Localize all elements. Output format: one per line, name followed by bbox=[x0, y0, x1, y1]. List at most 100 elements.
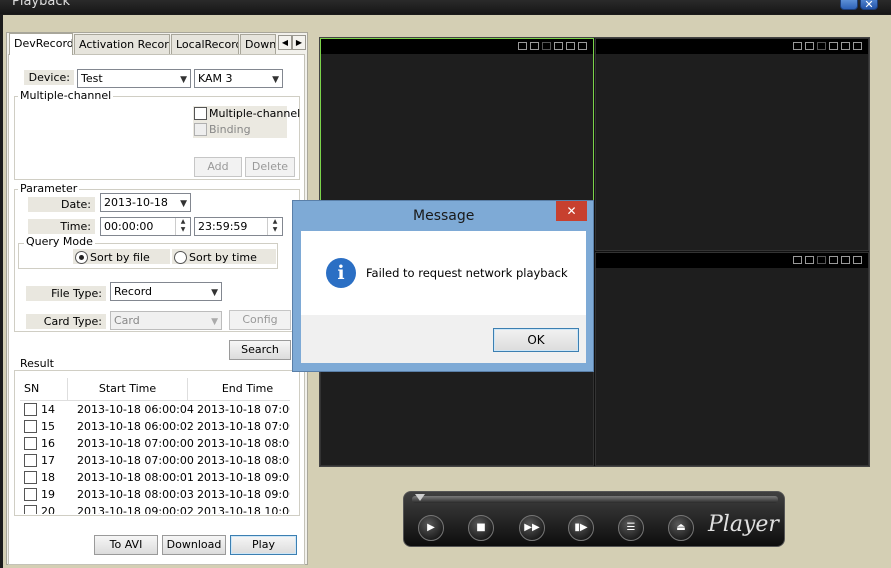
audio-icon[interactable] bbox=[841, 256, 850, 264]
tab-scroll-right-button[interactable]: ▶ bbox=[292, 35, 306, 50]
file-type-label: File Type: bbox=[26, 286, 106, 301]
video-cell-4[interactable] bbox=[595, 252, 869, 466]
row-sn: 17 bbox=[41, 454, 55, 467]
row-sn: 18 bbox=[41, 471, 55, 484]
multichannel-checkbox[interactable] bbox=[194, 107, 207, 120]
dialog-title: Message bbox=[413, 208, 475, 224]
date-picker[interactable]: 2013-10-18 ▼ bbox=[100, 193, 191, 212]
list-button[interactable]: ☰ bbox=[618, 515, 644, 541]
config-button[interactable]: Config bbox=[229, 310, 291, 330]
row-checkbox[interactable] bbox=[24, 454, 37, 467]
end-time-input[interactable]: 23:59:59 ▲ ▼ bbox=[194, 217, 283, 236]
snapshot-icon[interactable] bbox=[793, 256, 802, 264]
split-view-icon[interactable] bbox=[530, 42, 539, 50]
snapshot-icon[interactable] bbox=[518, 42, 527, 50]
row-sn: 14 bbox=[41, 403, 55, 416]
device-select[interactable]: Test ▼ bbox=[77, 69, 191, 88]
tab-download[interactable]: Downl bbox=[240, 34, 276, 54]
spinner-arrows-icon[interactable]: ▲ ▼ bbox=[175, 218, 190, 235]
fast-forward-button[interactable]: ▶▶ bbox=[519, 515, 545, 541]
play-button[interactable]: Play bbox=[230, 535, 297, 555]
video-cell-toolbar bbox=[321, 39, 593, 54]
sort-by-time-radio[interactable] bbox=[174, 251, 187, 264]
column-header-start-time[interactable]: Start Time bbox=[68, 378, 188, 401]
play-control-button[interactable]: ▶ bbox=[418, 515, 444, 541]
playback-progress-bar[interactable] bbox=[412, 496, 778, 503]
close-icon[interactable] bbox=[853, 42, 862, 50]
progress-thumb-icon[interactable] bbox=[415, 494, 425, 501]
window-close-button[interactable]: ✕ bbox=[860, 0, 878, 11]
tab-activation-record[interactable]: Activation Record bbox=[74, 34, 170, 54]
tab-devrecord[interactable]: DevRecord bbox=[9, 33, 73, 55]
list-icon: ☰ bbox=[626, 522, 636, 533]
download-button[interactable]: Download bbox=[162, 535, 226, 555]
row-checkbox[interactable] bbox=[24, 488, 37, 501]
row-start-time: 2013-10-18 09:00:02 bbox=[77, 505, 194, 514]
fast-forward-icon: ▶▶ bbox=[524, 522, 540, 533]
spinner-arrows-icon[interactable]: ▲ ▼ bbox=[267, 218, 282, 235]
row-end-time: 2013-10-18 07:00 bbox=[197, 420, 290, 433]
step-frame-button[interactable]: ▮▶ bbox=[568, 515, 594, 541]
column-header-sn[interactable]: SN bbox=[20, 378, 68, 401]
channel-select[interactable]: KAM 3 ▼ bbox=[194, 69, 283, 88]
row-sn: 20 bbox=[41, 505, 55, 514]
table-row[interactable]: 17 2013-10-18 07:00:00 2013-10-18 08:00 bbox=[20, 452, 290, 469]
audio-icon[interactable] bbox=[841, 42, 850, 50]
device-select-value: Test bbox=[81, 72, 103, 85]
table-row[interactable]: 14 2013-10-18 06:00:04 2013-10-18 07:00 bbox=[20, 401, 290, 418]
close-icon: ✕ bbox=[566, 204, 577, 218]
row-checkbox[interactable] bbox=[24, 437, 37, 450]
blank-icon[interactable] bbox=[817, 42, 826, 50]
sort-by-file-radio[interactable] bbox=[75, 251, 88, 264]
row-checkbox[interactable] bbox=[24, 505, 37, 514]
stop-control-button[interactable]: ■ bbox=[468, 515, 494, 541]
eject-button[interactable]: ⏏ bbox=[668, 515, 694, 541]
search-button[interactable]: Search bbox=[229, 340, 291, 360]
card-type-select[interactable]: Card ▼ bbox=[110, 311, 222, 330]
record-icon[interactable] bbox=[829, 42, 838, 50]
file-type-select[interactable]: Record ▼ bbox=[110, 282, 222, 301]
dialog-close-button[interactable]: ✕ bbox=[556, 201, 587, 221]
table-row[interactable]: 20 2013-10-18 09:00:02 2013-10-18 10:00 bbox=[20, 503, 290, 514]
result-table: SN Start Time End Time 14 2013-10-18 06:… bbox=[20, 378, 290, 514]
close-icon[interactable] bbox=[853, 256, 862, 264]
split-view-icon[interactable] bbox=[805, 42, 814, 50]
ok-button[interactable]: OK bbox=[493, 328, 579, 352]
delete-button[interactable]: Delete bbox=[245, 157, 295, 177]
to-avi-button[interactable]: To AVI bbox=[94, 535, 158, 555]
add-button[interactable]: Add bbox=[194, 157, 242, 177]
sort-by-file-label: Sort by file bbox=[90, 251, 150, 264]
table-row[interactable]: 16 2013-10-18 07:00:00 2013-10-18 08:00 bbox=[20, 435, 290, 452]
device-label: Device: bbox=[24, 70, 74, 85]
blank-icon[interactable] bbox=[817, 256, 826, 264]
table-row[interactable]: 18 2013-10-18 08:00:01 2013-10-18 09:00 bbox=[20, 469, 290, 486]
blank-icon[interactable] bbox=[542, 42, 551, 50]
chevron-left-icon: ◀ bbox=[281, 38, 289, 47]
chevron-down-icon: ▼ bbox=[211, 288, 218, 298]
tab-localrecord[interactable]: LocalRecord bbox=[171, 34, 239, 54]
tab-scroll-left-button[interactable]: ◀ bbox=[278, 35, 292, 50]
stop-icon: ■ bbox=[476, 522, 486, 533]
close-icon[interactable] bbox=[578, 42, 587, 50]
date-value: 2013-10-18 bbox=[104, 196, 168, 209]
table-row[interactable]: 19 2013-10-18 08:00:03 2013-10-18 09:00 bbox=[20, 486, 290, 503]
play-icon: ▶ bbox=[427, 522, 435, 533]
row-end-time: 2013-10-18 07:00 bbox=[197, 403, 290, 416]
result-group-label: Result bbox=[18, 357, 56, 370]
record-icon[interactable] bbox=[554, 42, 563, 50]
dialog-message: Failed to request network playback bbox=[366, 266, 568, 280]
row-checkbox[interactable] bbox=[24, 420, 37, 433]
start-time-input[interactable]: 00:00:00 ▲ ▼ bbox=[100, 217, 191, 236]
minimize-button[interactable] bbox=[840, 0, 858, 10]
video-cell-2[interactable] bbox=[595, 38, 869, 251]
binding-checkbox[interactable] bbox=[194, 123, 207, 136]
snapshot-icon[interactable] bbox=[793, 42, 802, 50]
row-start-time: 2013-10-18 06:00:04 bbox=[77, 403, 194, 416]
row-checkbox[interactable] bbox=[24, 403, 37, 416]
record-icon[interactable] bbox=[829, 256, 838, 264]
column-header-end-time[interactable]: End Time bbox=[188, 378, 290, 401]
row-checkbox[interactable] bbox=[24, 471, 37, 484]
table-row[interactable]: 15 2013-10-18 06:00:02 2013-10-18 07:00 bbox=[20, 418, 290, 435]
audio-icon[interactable] bbox=[566, 42, 575, 50]
split-view-icon[interactable] bbox=[805, 256, 814, 264]
